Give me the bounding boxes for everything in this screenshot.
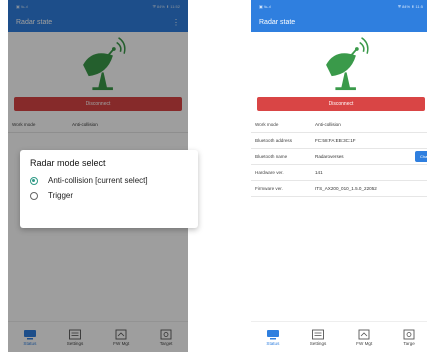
radar-dish-icon [326, 37, 369, 91]
info-key: Bluetooth name [255, 154, 288, 159]
info-value: Radaroverses [315, 154, 344, 159]
status-right: ⛨ 84% ▮ 11:5 [397, 3, 423, 9]
tab-status[interactable]: Status [266, 329, 280, 346]
info-row-hardware-ver: Hardware ver. 141 [251, 165, 427, 181]
radar-mode-dialog: Radar mode select Anti-collision [curren… [20, 150, 198, 228]
settings-icon [312, 329, 324, 339]
info-value: FC:58:FA:EB:3C:1F [315, 138, 356, 143]
option-label: Anti-collision [current select] [48, 176, 148, 185]
info-key: Work mode [255, 122, 279, 127]
tab-label: FW Mgt [356, 340, 373, 346]
info-value: 141 [315, 170, 323, 175]
radar-image [251, 32, 427, 94]
radio-checked-icon[interactable] [30, 177, 38, 185]
dialog-title: Radar mode select [30, 158, 106, 168]
option-anti-collision[interactable]: Anti-collision [current select] [30, 176, 188, 185]
tab-settings[interactable]: Settings [309, 329, 327, 346]
info-key: Bluetooth address [255, 138, 293, 143]
option-label: Trigger [48, 191, 74, 200]
info-row-bluetooth-address: Bluetooth address FC:58:FA:EB:3C:1F [251, 133, 427, 149]
change-name-button[interactable]: Chan [415, 151, 427, 162]
page-title: Radar state [259, 18, 296, 26]
target-icon [403, 329, 415, 339]
info-value: Anti-collision [315, 122, 341, 127]
info-value: ITS_AX200_010_1.5.0_22052 [315, 186, 377, 191]
app-bar: Radar state [251, 12, 427, 32]
radio-unchecked-icon[interactable] [30, 192, 38, 200]
status-left: ▣ ℡.ıl [259, 3, 272, 9]
firmware-icon [358, 329, 370, 339]
status-icon [266, 329, 279, 339]
disconnect-button[interactable]: Disconnect [257, 97, 425, 111]
tab-fw-mgt[interactable]: FW Mgt [356, 329, 372, 346]
tab-label: Targe [403, 340, 415, 346]
tab-target[interactable]: Targe [402, 329, 416, 346]
tab-label: Status [266, 340, 280, 346]
phone-screen-right: ▣ ℡.ıl ⛨ 84% ▮ 11:5 Radar state Disconne… [251, 0, 427, 352]
status-bar: ▣ ℡.ıl ⛨ 84% ▮ 11:5 [251, 0, 427, 12]
option-trigger[interactable]: Trigger [30, 191, 188, 200]
tab-label: Settings [309, 340, 327, 346]
info-list: Work mode Anti-collision Bluetooth addre… [251, 117, 427, 197]
info-key: Firmware ver. [255, 186, 283, 191]
bottom-tab-bar: Status Settings FW Mgt Targe [251, 321, 427, 352]
info-row-work-mode[interactable]: Work mode Anti-collision [251, 117, 427, 133]
info-key: Hardware ver. [255, 170, 284, 175]
info-row-firmware-ver: Firmware ver. ITS_AX200_010_1.5.0_22052 [251, 181, 427, 197]
info-row-bluetooth-name: Bluetooth name Radaroverses Chan [251, 149, 427, 165]
